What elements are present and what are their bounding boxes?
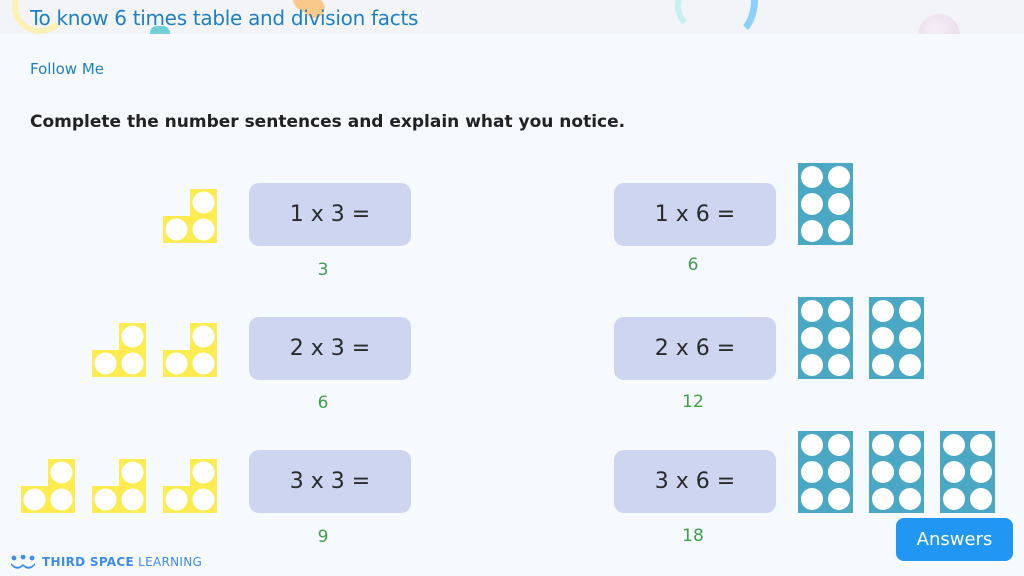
numicon-hole xyxy=(828,193,850,215)
decorative-sphere xyxy=(918,14,960,34)
brand-name-bold: THIRD SPACE xyxy=(42,555,134,569)
numicon-hole xyxy=(828,434,850,456)
numicon-hole xyxy=(943,488,965,510)
numicon-hole xyxy=(50,488,73,511)
answer-text: 12 xyxy=(682,392,704,412)
numicon-hole xyxy=(192,325,215,348)
numicon-hole xyxy=(872,461,894,483)
numicon-hole xyxy=(121,461,144,484)
numicon-hole xyxy=(801,193,823,215)
instruction-text: Complete the number sentences and explai… xyxy=(30,112,626,132)
numicon-hole xyxy=(801,166,823,188)
equation-box: 3 x 6 = xyxy=(614,450,776,513)
brand-name: THIRD SPACE LEARNING xyxy=(42,555,202,569)
numicon-six xyxy=(798,163,853,245)
answer-text: 3 xyxy=(317,260,329,280)
numicon-hole xyxy=(899,327,921,349)
numicon-three xyxy=(92,323,146,377)
header-bar: To know 6 times table and division facts xyxy=(0,0,1024,34)
numicon-hole xyxy=(50,461,73,484)
numicon-hole xyxy=(121,325,144,348)
numicon-hole xyxy=(872,488,894,510)
numicon-hole xyxy=(801,354,823,376)
numicon-hole xyxy=(828,220,850,242)
answer-text: 9 xyxy=(317,527,329,547)
numicon-six xyxy=(869,297,924,379)
numicon-hole xyxy=(94,488,117,511)
numicon-hole xyxy=(801,488,823,510)
numicon-hole xyxy=(165,352,188,375)
equation-box: 2 x 6 = xyxy=(614,317,776,380)
section-subtitle: Follow Me xyxy=(30,60,104,78)
numicon-hole xyxy=(801,220,823,242)
numicon-hole xyxy=(828,354,850,376)
numicon-hole xyxy=(801,461,823,483)
numicon-hole xyxy=(828,166,850,188)
numicon-hole xyxy=(801,300,823,322)
answer-text: 18 xyxy=(682,526,704,546)
equation-box: 2 x 3 = xyxy=(249,317,411,380)
answers-button[interactable]: Answers xyxy=(896,518,1013,561)
numicon-hole xyxy=(828,488,850,510)
numicon-six xyxy=(940,431,995,513)
answer-text: 6 xyxy=(317,393,329,413)
third-space-learning-logo-icon xyxy=(11,555,35,569)
numicon-hole xyxy=(165,488,188,511)
numicon-hole xyxy=(828,300,850,322)
numicon-hole xyxy=(828,327,850,349)
numicon-hole xyxy=(899,354,921,376)
numicon-hole xyxy=(94,352,117,375)
equation-box: 3 x 3 = xyxy=(249,450,411,513)
numicon-hole xyxy=(943,461,965,483)
numicon-hole xyxy=(899,488,921,510)
numicon-hole xyxy=(165,218,188,241)
numicon-three xyxy=(21,459,75,513)
decorative-arc xyxy=(700,0,758,34)
numicon-three xyxy=(163,189,217,243)
equation-box: 1 x 3 = xyxy=(249,183,411,246)
numicon-hole xyxy=(943,434,965,456)
numicon-hole xyxy=(872,354,894,376)
brand-logo: THIRD SPACE LEARNING xyxy=(10,555,202,569)
numicon-hole xyxy=(192,352,215,375)
numicon-three xyxy=(92,459,146,513)
answer-text: 6 xyxy=(687,255,699,275)
numicon-hole xyxy=(970,434,992,456)
numicon-hole xyxy=(828,461,850,483)
numicon-hole xyxy=(872,300,894,322)
numicon-three xyxy=(163,459,217,513)
numicon-six xyxy=(869,431,924,513)
numicon-hole xyxy=(801,327,823,349)
numicon-hole xyxy=(899,434,921,456)
numicon-hole xyxy=(801,434,823,456)
numicon-three xyxy=(163,323,217,377)
brand-name-light: LEARNING xyxy=(138,555,203,569)
page-title: To know 6 times table and division facts xyxy=(30,6,419,30)
numicon-hole xyxy=(970,461,992,483)
numicon-hole xyxy=(970,488,992,510)
numicon-hole xyxy=(192,191,215,214)
numicon-hole xyxy=(121,488,144,511)
numicon-hole xyxy=(121,352,144,375)
numicon-six xyxy=(798,431,853,513)
equation-box: 1 x 6 = xyxy=(614,183,776,246)
numicon-hole xyxy=(192,488,215,511)
numicon-hole xyxy=(899,300,921,322)
numicon-hole xyxy=(872,327,894,349)
numicon-six xyxy=(798,297,853,379)
numicon-hole xyxy=(23,488,46,511)
numicon-hole xyxy=(192,218,215,241)
numicon-hole xyxy=(872,434,894,456)
numicon-hole xyxy=(899,461,921,483)
numicon-hole xyxy=(192,461,215,484)
